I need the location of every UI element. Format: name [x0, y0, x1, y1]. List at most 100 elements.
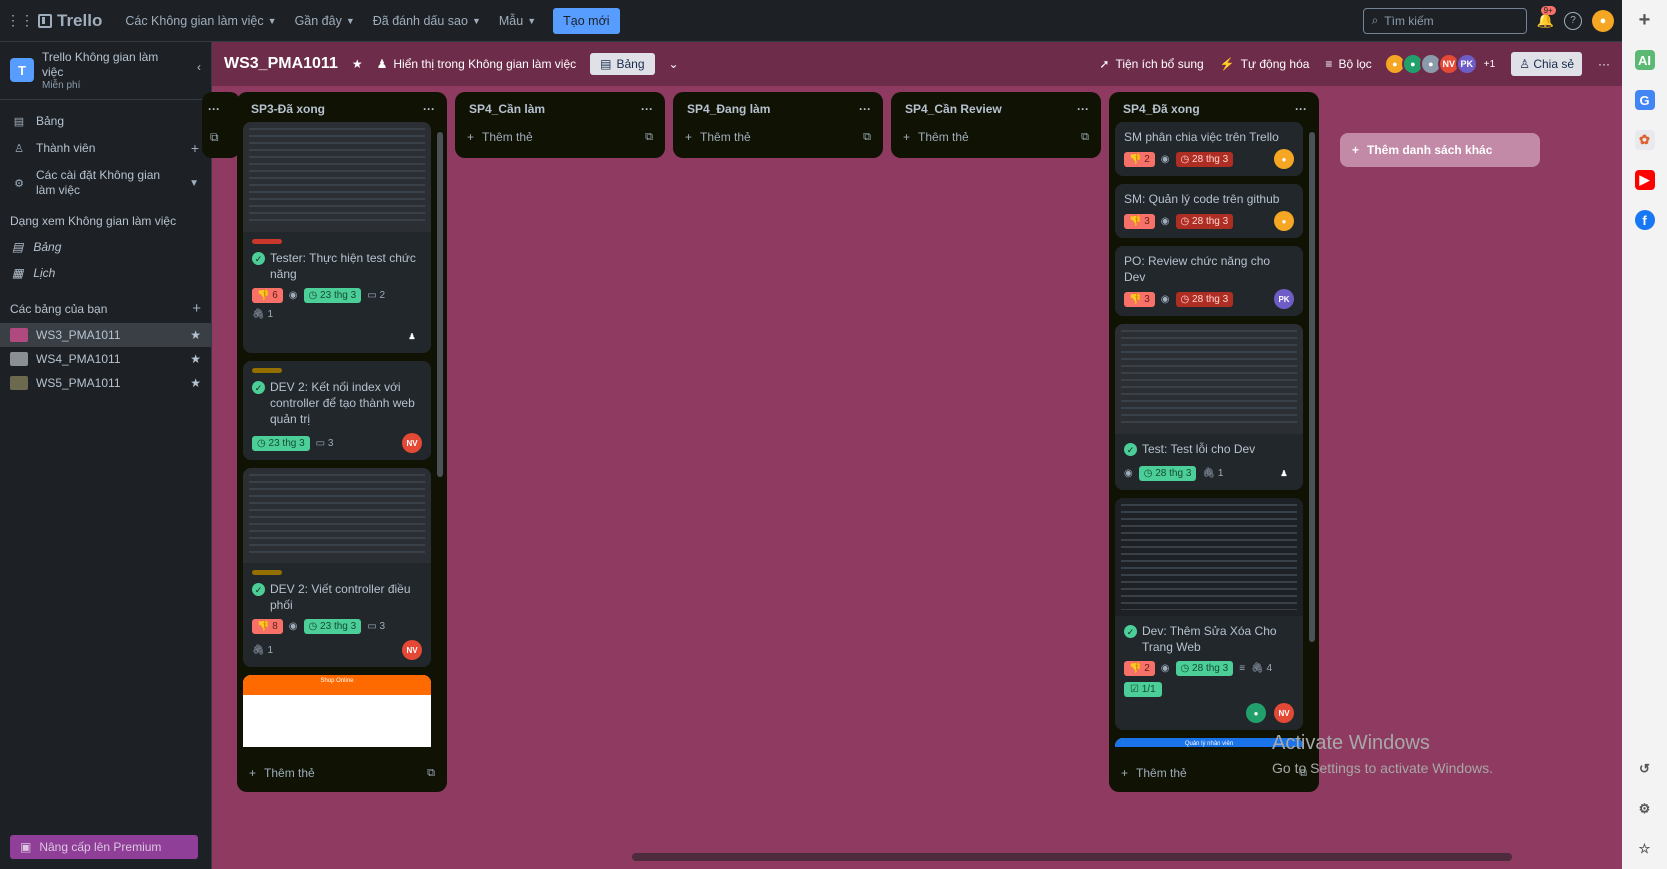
- add-board-icon[interactable]: +: [192, 300, 201, 317]
- template-icon[interactable]: ⧉: [863, 131, 871, 144]
- list-menu-icon[interactable]: ···: [641, 102, 653, 116]
- translate-icon[interactable]: G: [1634, 90, 1655, 110]
- board-view-button[interactable]: ▤ Bảng: [590, 53, 655, 75]
- card[interactable]: SM phân chia việc trên Trello 👎 2 ◉ ◷ 28…: [1115, 122, 1303, 176]
- board-members[interactable]: ● ● ● NV PK +1: [1383, 53, 1495, 75]
- chevron-down-icon[interactable]: ⌄: [669, 57, 679, 71]
- favorites-icon[interactable]: ☆: [1635, 839, 1655, 859]
- member-avatar[interactable]: ●: [1246, 703, 1266, 723]
- more-members[interactable]: +1: [1484, 59, 1495, 70]
- star-icon[interactable]: ★: [190, 328, 201, 342]
- member-avatar[interactable]: ●: [1274, 149, 1294, 169]
- sidebar-item-label: Các cài đặt Không gian làm việc: [36, 168, 161, 197]
- share-button[interactable]: ♙ Chia sẻ: [1511, 52, 1582, 76]
- due-date-badge[interactable]: ◷ 23 thg 3: [303, 619, 362, 634]
- list-title[interactable]: SP4_Cần Review: [905, 102, 1002, 116]
- office-icon[interactable]: ✿: [1634, 130, 1655, 150]
- automation-button[interactable]: ⚡ Tự động hóa: [1220, 57, 1310, 71]
- list-scrollbar[interactable]: [437, 132, 443, 477]
- due-date-badge[interactable]: ◷ 28 thg 3: [1138, 465, 1197, 481]
- sidebar-item-members[interactable]: ♙ Thành viên +: [0, 134, 211, 162]
- help-icon[interactable]: ?: [1564, 11, 1582, 30]
- member-avatar[interactable]: NV: [1274, 703, 1294, 723]
- sidebar-item-settings[interactable]: ⚙ Các cài đặt Không gian làm việc ▼: [0, 162, 211, 204]
- visibility-button[interactable]: ♟ Hiển thị trong Không gian làm việc: [377, 57, 577, 71]
- list-menu-icon[interactable]: ···: [423, 102, 435, 116]
- member-avatar[interactable]: NV: [402, 640, 422, 660]
- card[interactable]: SM: Quản lý code trên github 👎 3 ◉ ◷ 28 …: [1115, 184, 1303, 238]
- account-avatar[interactable]: ●: [1592, 9, 1614, 32]
- card[interactable]: ✓ DEV 2: Viết controller điều phối 👎 8 ◉ …: [243, 468, 431, 667]
- votes-badge: 👎 2: [1124, 661, 1155, 676]
- member-avatar[interactable]: PK: [1274, 289, 1294, 309]
- add-member-icon[interactable]: +: [191, 140, 199, 156]
- star-icon[interactable]: ★: [190, 352, 201, 366]
- due-date-badge[interactable]: ◷ 23 thg 3: [303, 288, 362, 303]
- settings-icon[interactable]: ⚙: [1635, 799, 1655, 819]
- due-date-badge[interactable]: ◷ 23 thg 3: [252, 435, 310, 451]
- due-date-badge[interactable]: ◷ 28 thg 3: [1175, 661, 1234, 676]
- list-title[interactable]: SP4_Cần làm: [469, 102, 545, 116]
- member-avatar[interactable]: PK: [1455, 53, 1478, 75]
- list-scrollbar[interactable]: [1309, 132, 1315, 642]
- template-icon[interactable]: ⧉: [427, 767, 435, 780]
- list-menu-icon[interactable]: ···: [1077, 102, 1089, 116]
- more-options-icon[interactable]: ···: [1598, 57, 1610, 71]
- view-calendar[interactable]: ▦ Lịch: [0, 260, 211, 286]
- card[interactable]: ✓ Tester: Thực hiện test chức năng 👎 6 ◉ …: [243, 122, 431, 353]
- template-icon[interactable]: ⧉: [645, 131, 653, 144]
- sidebar-board-ws5[interactable]: WS5_PMA1011 ★: [0, 371, 211, 395]
- card[interactable]: Shop Online: [243, 675, 431, 747]
- member-avatar[interactable]: ♟: [1274, 463, 1294, 483]
- add-list-button[interactable]: + Thêm danh sách khác: [1340, 133, 1540, 167]
- card[interactable]: ✓ Test: Test lỗi cho Dev ◉ ◷ 28 thg 3 🖇 1…: [1115, 324, 1303, 490]
- notifications-icon[interactable]: 🔔 9+: [1537, 6, 1556, 29]
- menu-recent[interactable]: Gần đây ▼: [286, 8, 364, 34]
- card[interactable]: PO: Review chức năng cho Dev 👎 3 ◉ ◷ 28 …: [1115, 246, 1303, 316]
- add-card-button[interactable]: + Thêm thẻ ⧉: [455, 122, 665, 152]
- history-icon[interactable]: ↺: [1635, 759, 1655, 779]
- menu-workspaces[interactable]: Các Không gian làm việc ▼: [116, 8, 285, 34]
- app-switcher-icon[interactable]: ⋮⋮: [6, 9, 34, 33]
- upgrade-premium-button[interactable]: ▣ Nâng cấp lên Premium: [10, 835, 198, 859]
- due-date-badge[interactable]: ◷ 28 thg 3: [1175, 291, 1234, 307]
- member-avatar[interactable]: NV: [402, 433, 422, 453]
- list-title[interactable]: SP4_Đang làm: [687, 102, 770, 116]
- add-card-button[interactable]: + Thêm thẻ ⧉: [237, 758, 447, 788]
- list-menu-icon[interactable]: ···: [1295, 102, 1307, 116]
- sidebar-item-boards[interactable]: ▤ Bảng: [0, 108, 211, 134]
- facebook-icon[interactable]: f: [1634, 210, 1655, 230]
- add-card-button[interactable]: + Thêm thẻ ⧉: [891, 122, 1101, 152]
- member-avatar[interactable]: ♟: [402, 326, 422, 346]
- menu-templates[interactable]: Mẫu ▼: [490, 8, 545, 34]
- list-menu-icon[interactable]: ···: [859, 102, 871, 116]
- member-avatar[interactable]: ●: [1274, 211, 1294, 231]
- due-date-badge[interactable]: ◷ 28 thg 3: [1175, 151, 1234, 167]
- card[interactable]: ✓ Dev: Thêm Sửa Xóa Cho Trang Web 👎 2 ◉ ◷…: [1115, 498, 1303, 730]
- list-title[interactable]: SP3-Đã xong: [251, 102, 325, 116]
- trello-logo[interactable]: Trello: [38, 11, 102, 31]
- template-icon[interactable]: ⧉: [1081, 131, 1089, 144]
- star-icon[interactable]: ★: [190, 376, 201, 390]
- youtube-icon[interactable]: ▶: [1634, 170, 1655, 190]
- add-card-button[interactable]: + Thêm thẻ ⧉: [673, 122, 883, 152]
- menu-starred[interactable]: Đã đánh dấu sao ▼: [364, 8, 490, 34]
- list-menu-icon[interactable]: ···: [202, 92, 240, 126]
- view-board[interactable]: ▤ Bảng: [0, 234, 211, 260]
- collapse-sidebar-icon[interactable]: ‹: [197, 60, 201, 74]
- create-button[interactable]: Tạo mới: [553, 7, 620, 34]
- list-title[interactable]: SP4_Đã xong: [1123, 102, 1200, 116]
- template-icon[interactable]: ⧉: [202, 126, 240, 149]
- powerups-button[interactable]: ➚ Tiện ích bổ sung: [1099, 57, 1203, 71]
- filter-button[interactable]: ≡ Bộ lọc: [1325, 57, 1371, 71]
- sidebar-board-ws3[interactable]: WS3_PMA1011 ★: [0, 323, 211, 347]
- board-title[interactable]: WS3_PMA1011: [224, 55, 338, 73]
- add-icon[interactable]: +: [1635, 9, 1655, 31]
- ai-icon[interactable]: AI: [1634, 50, 1655, 70]
- board-horizontal-scrollbar[interactable]: [632, 853, 1512, 861]
- search-input[interactable]: ⌕ Tìm kiếm: [1362, 7, 1527, 34]
- due-date-badge[interactable]: ◷ 28 thg 3: [1175, 213, 1234, 229]
- card[interactable]: ✓ DEV 2: Kết nối index với controller để …: [243, 361, 431, 460]
- star-icon[interactable]: ★: [352, 57, 363, 71]
- sidebar-board-ws4[interactable]: WS4_PMA1011 ★: [0, 347, 211, 371]
